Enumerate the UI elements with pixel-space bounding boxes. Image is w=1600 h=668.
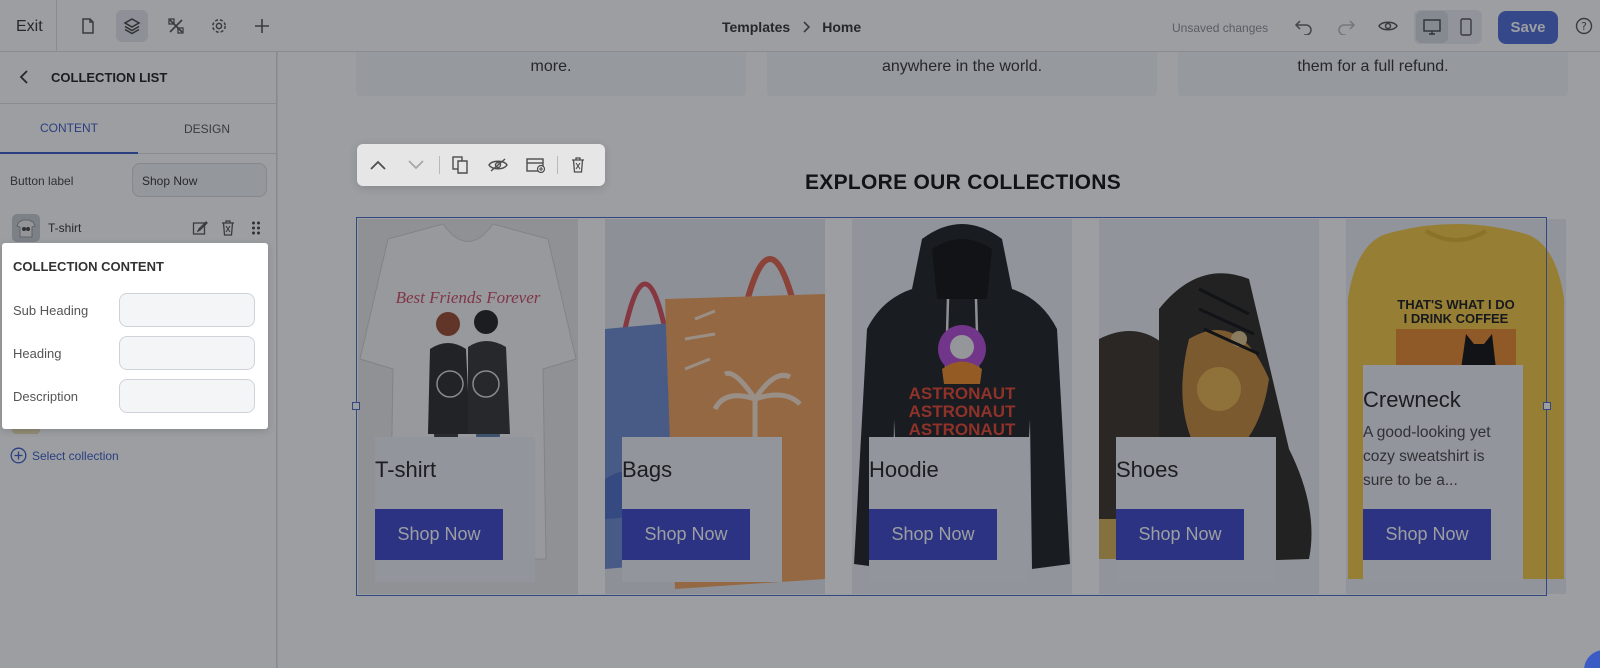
layers-icon[interactable]	[116, 10, 148, 42]
description-field: Description	[13, 379, 258, 415]
exit-button[interactable]: Exit	[16, 18, 43, 36]
delete-icon[interactable]	[218, 218, 238, 238]
drag-handle-icon[interactable]	[246, 218, 266, 238]
add-circle-icon	[10, 447, 27, 464]
feature-text: them for a full refund.	[1297, 58, 1449, 75]
divider	[557, 156, 558, 174]
chevron-right-icon	[803, 21, 811, 33]
svg-text:?: ?	[1581, 20, 1587, 33]
field-label: Heading	[13, 346, 62, 361]
pages-icon[interactable]	[72, 10, 104, 42]
duplicate-icon[interactable]	[447, 152, 473, 178]
back-chevron-icon[interactable]	[18, 69, 30, 90]
resize-handle[interactable]	[1543, 402, 1551, 410]
select-collection-button[interactable]: Select collection	[10, 447, 119, 464]
hide-eye-icon[interactable]	[485, 152, 511, 178]
breadcrumb: Templates Home	[722, 19, 861, 35]
heading-field: Heading	[13, 336, 258, 372]
unsaved-status: Unsaved changes	[1172, 21, 1269, 35]
top-bar: Exit Templates Home Unsaved changes Save	[0, 0, 1600, 52]
device-toggle	[1414, 10, 1482, 44]
button-label-input[interactable]: Shop Now	[132, 163, 267, 197]
feature-card: them for a full refund.	[1178, 52, 1568, 96]
field-label: Description	[13, 389, 79, 404]
field-label: Sub Heading	[13, 303, 89, 318]
select-collection-label: Select collection	[32, 448, 119, 463]
resize-handle[interactable]	[352, 402, 360, 410]
move-up-icon[interactable]	[365, 152, 391, 178]
desktop-view-icon[interactable]	[1416, 11, 1448, 43]
sub-heading-field: Sub Heading	[13, 293, 258, 329]
settings-gear-icon[interactable]	[203, 10, 235, 42]
breadcrumb-home: Home	[822, 19, 862, 35]
move-down-icon[interactable]	[403, 152, 429, 178]
save-button[interactable]: Save	[1498, 11, 1558, 44]
section-toolbar	[357, 144, 605, 186]
panel-title: COLLECTION LIST	[51, 70, 168, 85]
tab-design[interactable]: DESIGN	[138, 104, 276, 154]
add-section-icon[interactable]	[523, 152, 549, 178]
description-input[interactable]	[119, 379, 255, 413]
collection-name: T-shirt	[48, 221, 82, 235]
tab-content[interactable]: CONTENT	[0, 104, 138, 154]
undo-icon[interactable]	[1288, 10, 1320, 42]
panel-header: COLLECTION LIST	[0, 52, 276, 104]
redo-icon[interactable]	[1330, 10, 1362, 42]
add-plus-icon[interactable]	[246, 10, 278, 42]
help-icon[interactable]: ?	[1572, 10, 1596, 42]
feature-card: more.	[356, 52, 746, 96]
mobile-view-icon[interactable]	[1450, 11, 1482, 43]
delete-section-icon[interactable]	[565, 152, 591, 178]
preview-eye-icon[interactable]	[1372, 10, 1404, 42]
selected-section-outline	[356, 217, 1547, 596]
divider	[439, 156, 440, 174]
collection-item[interactable]: T-shirt	[0, 208, 276, 248]
feature-text: anywhere in the world.	[881, 58, 1043, 75]
sub-heading-input[interactable]	[119, 293, 255, 327]
panel-tabs: CONTENT DESIGN	[0, 104, 276, 154]
button-label-label: Button label	[10, 174, 74, 188]
breadcrumb-templates[interactable]: Templates	[722, 19, 790, 35]
collection-content-popover: COLLECTION CONTENT Sub Heading Heading D…	[2, 243, 268, 429]
popover-title: COLLECTION CONTENT	[13, 259, 164, 274]
tools-icon[interactable]	[160, 10, 192, 42]
divider	[56, 0, 57, 52]
heading-input[interactable]	[119, 336, 255, 370]
collection-thumbnail	[12, 214, 40, 242]
edit-icon[interactable]	[190, 218, 210, 238]
feature-card: anywhere in the world.	[767, 52, 1157, 96]
feature-text: more.	[530, 58, 572, 75]
